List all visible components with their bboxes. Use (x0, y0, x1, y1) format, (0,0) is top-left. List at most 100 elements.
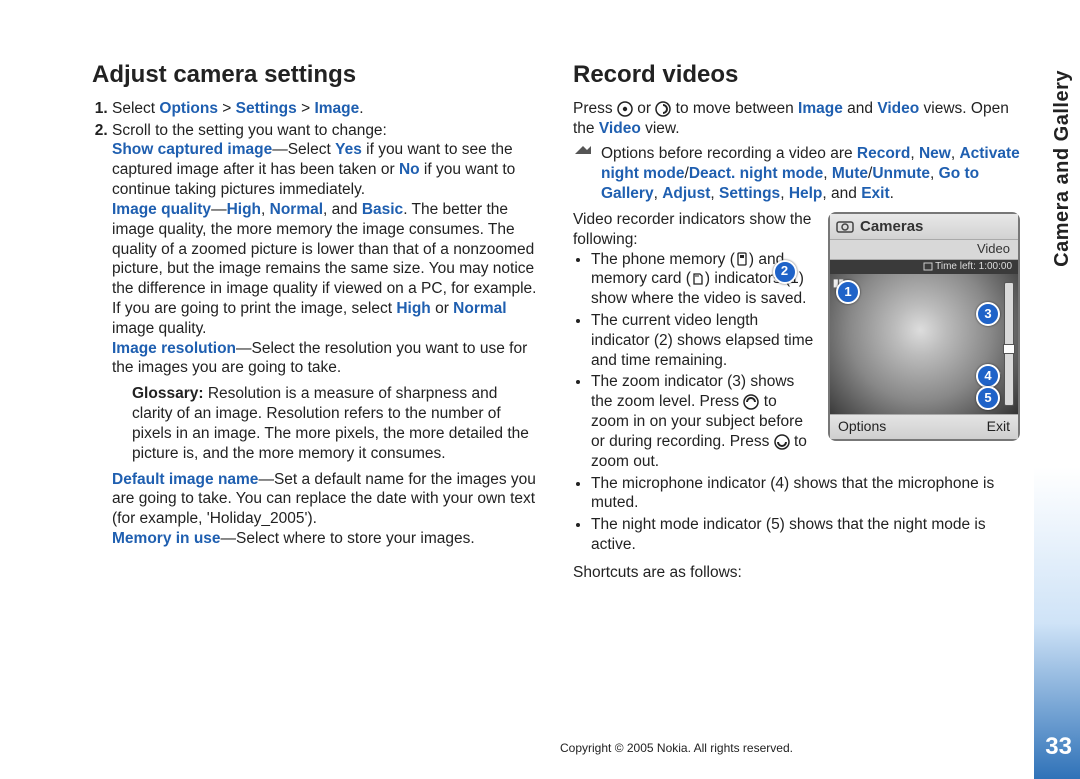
steps-list: Select Options > Settings > Image. Scrol… (92, 99, 539, 549)
page-number: 33 (1045, 733, 1072, 761)
text: —Select (272, 141, 335, 158)
text: and (843, 100, 877, 117)
memory-block: Memory in use—Select where to store your… (112, 529, 539, 549)
gt: > (297, 100, 315, 117)
softkey-options: Options (838, 418, 886, 436)
sep: , (710, 185, 719, 202)
opt-deact-night: Deact. night mode (689, 165, 823, 182)
image-quality-block: Image quality—High, Normal, and Basic. T… (112, 200, 539, 339)
opt-mute: Mute (832, 165, 868, 182)
heading-adjust-camera: Adjust camera settings (92, 60, 539, 91)
image-view: Image (798, 100, 843, 117)
down-arc-icon (774, 434, 790, 450)
step-1: Select Options > Settings > Image. (112, 99, 539, 119)
iq-high: High (227, 201, 261, 218)
iq-normal: Normal (270, 201, 323, 218)
memory-label: Memory in use (112, 530, 221, 547)
dash: — (211, 201, 227, 218)
opt-exit: Exit (861, 185, 889, 202)
text: to move between (676, 100, 798, 117)
softkey-exit: Exit (987, 418, 1010, 436)
content-columns: Adjust camera settings Select Options > … (92, 60, 1020, 719)
tip-icon (573, 144, 593, 164)
text: Select (112, 100, 159, 117)
sep: , (930, 165, 939, 182)
callout-2: 2 (773, 260, 797, 284)
up-arc-icon (743, 394, 759, 410)
options-link: Options (159, 100, 218, 117)
sep: , (780, 185, 789, 202)
image-quality-label: Image quality (112, 201, 211, 218)
text: or (431, 300, 453, 317)
iq-normal2: Normal (453, 300, 506, 317)
sep: , (910, 145, 919, 162)
sep: , and (323, 201, 362, 218)
press-line: Press or to move between Image and Video… (573, 99, 1020, 139)
glossary-block: Glossary: Resolution is a measure of sha… (112, 384, 539, 463)
step-2: Scroll to the setting you want to change… (112, 121, 539, 549)
zoom-handle (1003, 344, 1015, 354)
opt-record: Record (857, 145, 910, 162)
iq-high2: High (396, 300, 430, 317)
yes-option: Yes (335, 141, 362, 158)
opt-adjust: Adjust (662, 185, 710, 202)
gt: > (218, 100, 236, 117)
dot-button-icon (617, 101, 633, 117)
sep: , (823, 165, 832, 182)
dot: . (890, 185, 894, 202)
phone-title: Cameras (860, 217, 923, 236)
right-arc-icon (655, 101, 671, 117)
side-section-label: Camera and Gallery (1051, 70, 1074, 267)
show-captured-block: Show captured image—Select Yes if you wa… (112, 140, 539, 199)
phone-viewfinder: ▮▮ 1 3 🎤 4 ☾ 5 (830, 274, 1018, 414)
memory-indicator-icon (923, 262, 933, 271)
video-view: Video (877, 100, 919, 117)
image-resolution-label: Image resolution (112, 340, 236, 357)
image-link: Image (314, 100, 359, 117)
copyright-text: Copyright © 2005 Nokia. All rights reser… (560, 741, 793, 755)
glossary-label: Glossary: (132, 385, 204, 402)
left-column: Adjust camera settings Select Options > … (92, 60, 539, 719)
phone-softkeys: Options Exit (830, 414, 1018, 439)
indicators-section: Cameras Video 2 Time left: 1:00:00 ▮▮ (573, 210, 1020, 555)
tip-row: Options before recording a video are Rec… (573, 144, 1020, 203)
no-option: No (399, 161, 420, 178)
opt-help: Help (789, 185, 823, 202)
text: Press (573, 100, 617, 117)
bullet-night-mode: The night mode indicator (5) shows that … (591, 515, 1020, 555)
phone-header: Cameras (830, 214, 1018, 240)
callout-5: 5 (976, 386, 1000, 410)
opt-settings: Settings (719, 185, 780, 202)
text: —Select where to store your images. (221, 530, 475, 547)
shortcuts-intro: Shortcuts are as follows: (573, 563, 1020, 583)
opt-unmute: Unmute (872, 165, 930, 182)
text: or (637, 100, 655, 117)
and: , and (822, 185, 861, 202)
phone-screenshot: Cameras Video 2 Time left: 1:00:00 ▮▮ (828, 212, 1020, 442)
sep: , (654, 185, 663, 202)
dot: . (359, 100, 363, 117)
memory-card-icon (691, 272, 705, 286)
right-column: Record videos Press or to move between I… (573, 60, 1020, 719)
phone-tab-video: Video (830, 240, 1018, 260)
show-captured-label: Show captured image (112, 141, 272, 158)
phone-time-left: 2 Time left: 1:00:00 (830, 260, 1018, 275)
bullet-microphone: The microphone indicator (4) shows that … (591, 474, 1020, 514)
opt-new: New (919, 145, 951, 162)
camera-icon (836, 219, 854, 233)
callout-3: 3 (976, 302, 1000, 326)
default-name-block: Default image name—Set a default name fo… (112, 470, 539, 529)
heading-record-videos: Record videos (573, 60, 1020, 91)
text: The phone memory ( (591, 251, 735, 268)
settings-link: Settings (236, 100, 297, 117)
text: image quality. (112, 320, 206, 337)
sep: , (261, 201, 270, 218)
time-text: Time left: 1:00:00 (935, 261, 1012, 272)
default-name-label: Default image name (112, 471, 258, 488)
step2-intro: Scroll to the setting you want to change… (112, 122, 387, 139)
iq-basic: Basic (362, 201, 403, 218)
tip-text: Options before recording a video are Rec… (601, 144, 1020, 203)
callout-1: 1 (836, 280, 860, 304)
image-resolution-block: Image resolution—Select the resolution y… (112, 339, 539, 379)
video-view2: Video (599, 120, 641, 137)
